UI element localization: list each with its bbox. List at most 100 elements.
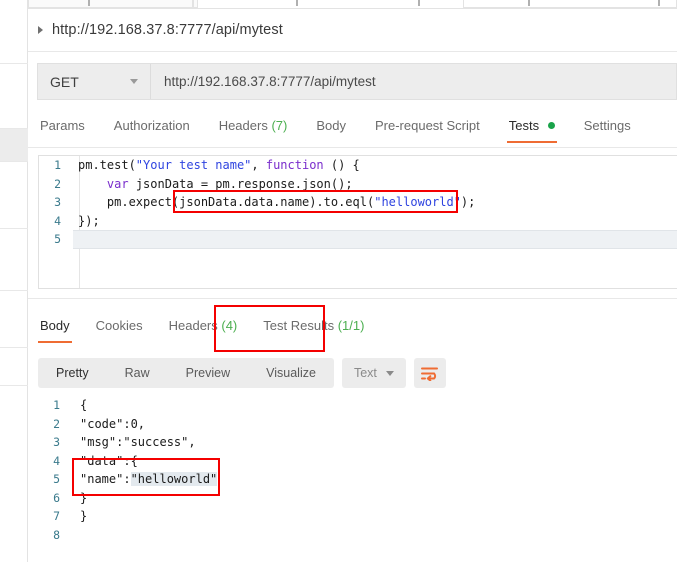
response-section-tabs: Body Cookies Headers (4) Test Results (1… bbox=[28, 314, 677, 347]
tab-settings[interactable]: Settings bbox=[582, 112, 633, 143]
request-title: http://192.168.37.8:7777/api/mytest bbox=[52, 22, 283, 38]
code-token: "helloworld" bbox=[374, 195, 461, 209]
tab-headers[interactable]: Headers (7) bbox=[217, 112, 290, 143]
script-line-code: }); bbox=[71, 212, 100, 231]
tab-tests[interactable]: Tests bbox=[506, 112, 557, 143]
chevron-down-icon bbox=[130, 79, 138, 84]
tab-unsaved-dot-icon bbox=[658, 0, 660, 6]
json-text: "name": bbox=[80, 472, 131, 486]
format-pretty-button[interactable]: Pretty bbox=[38, 358, 107, 388]
script-line[interactable]: 3 pm.expect(jsonData.data.name).to.eql("… bbox=[39, 193, 677, 212]
code-token: jsonData = pm.response.json(); bbox=[128, 176, 353, 191]
line-number: 2 bbox=[53, 416, 60, 431]
code-token: , bbox=[251, 158, 266, 172]
tab-body[interactable]: Body bbox=[314, 112, 348, 143]
format-preview-button[interactable]: Preview bbox=[168, 358, 248, 388]
code-token: () { bbox=[323, 158, 360, 172]
rail-divider bbox=[0, 128, 28, 129]
tab-label: Body bbox=[40, 318, 70, 333]
line-number: 6 bbox=[53, 490, 60, 505]
tab-label: Test Results bbox=[263, 318, 335, 333]
rail-divider bbox=[0, 347, 28, 348]
request-tab-active[interactable] bbox=[463, 0, 677, 8]
script-line[interactable]: 4}); bbox=[39, 212, 677, 231]
line-number: 1 bbox=[53, 398, 60, 412]
line-number: 4 bbox=[54, 213, 61, 228]
response-line-code: "name":"helloworld" bbox=[74, 470, 218, 489]
rail-divider bbox=[0, 161, 28, 162]
tab-label: Authorization bbox=[113, 118, 190, 133]
tab-count-badge: (7) bbox=[271, 118, 288, 133]
tests-script-editor[interactable]: 1 pm.test("Your test name", function () {… bbox=[38, 155, 677, 289]
line-number: 2 bbox=[54, 176, 61, 191]
http-method-label: GET bbox=[50, 73, 79, 90]
response-type-select[interactable]: Text bbox=[341, 358, 406, 388]
script-line-code: pm.expect(jsonData.data.name).to.eql("he… bbox=[71, 193, 475, 212]
url-bar: GET http://192.168.37.8:7777/api/mytest bbox=[37, 63, 677, 100]
request-tab-strip[interactable] bbox=[28, 0, 677, 9]
line-number: 3 bbox=[53, 435, 60, 449]
request-tab[interactable] bbox=[193, 0, 198, 8]
line-number: 4 bbox=[53, 453, 60, 468]
response-line: 5 "name":"helloworld" bbox=[38, 470, 677, 489]
response-line: 7} bbox=[38, 507, 677, 526]
response-line-code: "msg":"success", bbox=[74, 433, 196, 452]
tab-label: Params bbox=[40, 118, 85, 133]
script-line[interactable]: 2 var jsonData = pm.response.json(); bbox=[39, 175, 677, 194]
tab-unsaved-dot-icon bbox=[528, 0, 530, 6]
script-line[interactable]: 1 pm.test("Your test name", function () { bbox=[39, 156, 677, 175]
left-sidebar-rail bbox=[0, 0, 28, 562]
tab-test-results[interactable]: Test Results (1/1) bbox=[261, 314, 366, 343]
tab-count-badge: (1/1) bbox=[337, 318, 365, 333]
tab-params[interactable]: Params bbox=[38, 112, 87, 143]
chevron-down-icon bbox=[385, 370, 394, 376]
wrap-text-icon bbox=[421, 367, 439, 381]
code-token: pm.expect(jsonData.data.name).to.eql( bbox=[78, 195, 375, 209]
wrap-text-button[interactable] bbox=[413, 358, 446, 388]
tab-label: Headers bbox=[218, 118, 268, 133]
code-token: function bbox=[265, 158, 324, 172]
response-line: 1{ bbox=[38, 396, 677, 415]
caret-right-icon[interactable] bbox=[38, 26, 43, 34]
response-line-code: { bbox=[74, 396, 87, 415]
script-line-code: pm.test("Your test name", function () { bbox=[71, 156, 360, 175]
response-line-code: "code":0, bbox=[74, 415, 145, 434]
format-visualize-button[interactable]: Visualize bbox=[248, 358, 334, 388]
response-line: 6} bbox=[38, 489, 677, 508]
request-tab[interactable] bbox=[28, 0, 193, 8]
rail-divider bbox=[0, 290, 28, 291]
code-token: ); bbox=[460, 195, 476, 209]
rail-divider bbox=[0, 385, 28, 386]
response-line-code: } bbox=[74, 489, 87, 508]
response-line: 2 "code":0, bbox=[38, 415, 677, 434]
http-method-select[interactable]: GET bbox=[38, 64, 151, 99]
tab-unsaved-dot-icon bbox=[88, 0, 90, 6]
json-text: } bbox=[80, 490, 88, 505]
tab-response-headers[interactable]: Headers (4) bbox=[167, 314, 240, 343]
response-line-code: } bbox=[74, 507, 87, 526]
script-line[interactable]: 5 bbox=[39, 230, 677, 249]
json-text: "msg":"success", bbox=[80, 435, 196, 449]
tab-unsaved-dot-icon bbox=[296, 0, 298, 6]
response-line: 3 "msg":"success", bbox=[38, 433, 677, 452]
response-toolbar: Pretty Raw Preview Visualize Text bbox=[38, 358, 446, 388]
format-raw-button[interactable]: Raw bbox=[107, 358, 168, 388]
script-line-container: 1 pm.test("Your test name", function () {… bbox=[39, 156, 677, 249]
tab-pre-request-script[interactable]: Pre-request Script bbox=[373, 112, 482, 143]
json-text: } bbox=[80, 509, 88, 523]
tab-authorization[interactable]: Authorization bbox=[112, 112, 192, 143]
tab-response-cookies[interactable]: Cookies bbox=[94, 314, 145, 343]
tab-label: Body bbox=[316, 118, 346, 133]
json-text: "code":0, bbox=[80, 416, 146, 431]
url-input[interactable]: http://192.168.37.8:7777/api/mytest bbox=[151, 64, 676, 99]
json-highlighted-value: "helloworld" bbox=[130, 472, 218, 486]
code-token: var bbox=[106, 176, 129, 191]
pane-splitter[interactable] bbox=[28, 298, 677, 305]
tests-present-dot-icon bbox=[547, 122, 555, 129]
rail-selected-item[interactable] bbox=[0, 128, 28, 161]
tab-response-body[interactable]: Body bbox=[38, 314, 72, 343]
response-line: 4 "data":{ bbox=[38, 452, 677, 471]
response-body-viewer[interactable]: 1{2 "code":0, 3 "msg":"success", 4 "data":{5 "… bbox=[38, 396, 677, 546]
code-token: }); bbox=[78, 213, 100, 228]
